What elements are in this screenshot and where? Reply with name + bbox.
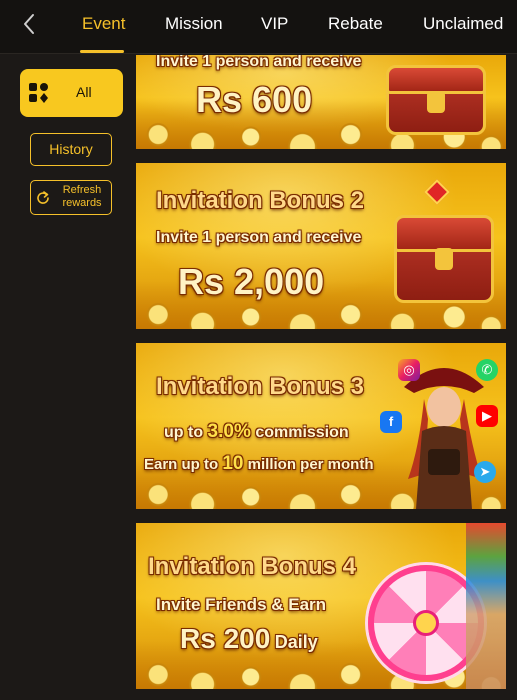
youtube-icon: ▶ [476, 405, 498, 427]
banner-amount: Rs 2,000 [178, 261, 325, 302]
treasure-chest-image [386, 65, 486, 135]
top-nav-bar: Event Mission VIP Rebate Unclaimed [0, 0, 517, 54]
commission-suffix: commission [255, 424, 349, 441]
banner-commission-line: up to 3.0% commission [164, 421, 349, 443]
commission-value: 3.0% [207, 421, 251, 442]
commission-prefix: up to [164, 424, 204, 441]
banner-subtitle: Invite 1 person and receive [156, 55, 362, 70]
banner-amount-line: Rs 200 Daily [180, 623, 318, 655]
tab-list: Event Mission VIP Rebate Unclaimed [58, 0, 517, 54]
event-banner-3[interactable]: Invitation Bonus 3 up to 3.0% commission… [136, 343, 506, 509]
instagram-icon: ◎ [398, 359, 420, 381]
history-button[interactable]: History [30, 133, 112, 166]
banner-subtitle: Invite 1 person and receive [156, 229, 362, 246]
tab-mission[interactable]: Mission [165, 12, 223, 36]
event-banner-1[interactable]: Invite 1 person and receive Rs 600 [136, 55, 506, 149]
banner-title: Invitation Bonus 2 [156, 187, 365, 214]
category-sidebar: All History Refresh rewards [0, 55, 136, 700]
refresh-rewards-button[interactable]: Refresh rewards [30, 180, 112, 215]
chevron-left-icon[interactable] [18, 10, 42, 38]
category-all-button[interactable]: All [20, 69, 123, 117]
banner-amount-suffix: Daily [274, 632, 318, 652]
active-tab-indicator [80, 50, 124, 53]
telegram-icon: ➤ [474, 461, 496, 483]
whatsapp-icon: ✆ [476, 359, 498, 381]
event-banner-4[interactable]: Invitation Bonus 4 Invite Friends & Earn… [136, 523, 506, 689]
banner-title: Invitation Bonus 3 [156, 373, 365, 400]
tab-rebate[interactable]: Rebate [328, 12, 383, 36]
event-banner-2[interactable]: Invitation Bonus 2 Invite 1 person and r… [136, 163, 506, 329]
category-all-label: All [76, 84, 92, 100]
tab-unclaimed[interactable]: Unclaimed [423, 12, 503, 36]
refresh-icon [35, 190, 51, 206]
earn-suffix: million per month [247, 456, 374, 473]
earn-value: 10 [222, 453, 244, 474]
treasure-chest-image [394, 215, 494, 303]
banner-amount: Rs 200 [180, 623, 271, 654]
ruby-gem-icon [424, 179, 450, 205]
earn-prefix: Earn up to [144, 456, 219, 473]
refresh-rewards-label: Refresh rewards [62, 184, 102, 209]
banner-earn-line: Earn up to 10 million per month [144, 453, 374, 475]
banner-subtitle: Invite Friends & Earn [156, 595, 327, 614]
tab-vip[interactable]: VIP [261, 12, 288, 36]
category-grid-icon [29, 83, 49, 103]
carnival-dancer-image [466, 523, 506, 689]
facebook-icon: f [380, 411, 402, 433]
tab-event[interactable]: Event [82, 12, 125, 36]
banner-amount: Rs 600 [196, 79, 313, 120]
banner-title: Invitation Bonus 4 [148, 553, 357, 580]
